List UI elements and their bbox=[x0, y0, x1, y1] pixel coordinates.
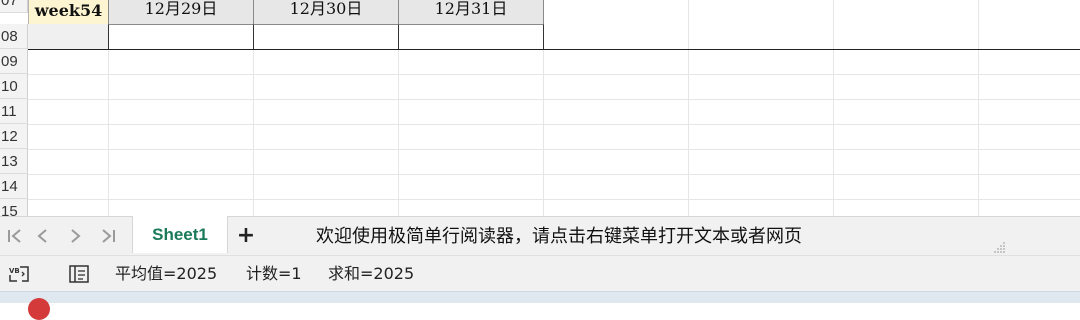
row-header[interactable]: 11 bbox=[0, 99, 28, 124]
grid-cell[interactable] bbox=[253, 24, 399, 50]
status-average: 平均值=2025 bbox=[115, 264, 218, 283]
sheet-tab-bar: Sheet1 + 欢迎使用极简单行阅读器，请点击右键菜单打开文本或者网页 bbox=[0, 216, 1080, 255]
resize-grip-icon[interactable] bbox=[990, 241, 1006, 253]
chevron-right-icon bbox=[71, 229, 81, 243]
row-header[interactable]: 13 bbox=[0, 149, 28, 174]
vba-macro-icon[interactable]: VB bbox=[8, 264, 30, 284]
row-divider bbox=[28, 124, 1080, 125]
next-sheet-button[interactable] bbox=[64, 225, 86, 247]
status-sum: 求和=2025 bbox=[328, 264, 415, 283]
row-divider bbox=[28, 149, 1080, 150]
last-sheet-icon bbox=[102, 229, 115, 243]
add-sheet-button[interactable]: + bbox=[234, 224, 258, 248]
sheet-tab-sheet1[interactable]: Sheet1 bbox=[132, 216, 228, 253]
app-icon[interactable] bbox=[28, 298, 50, 320]
grid-cell[interactable] bbox=[28, 24, 109, 50]
column-divider bbox=[688, 0, 689, 216]
first-sheet-icon bbox=[8, 229, 21, 243]
table-bottom-border bbox=[28, 49, 1080, 50]
row-header[interactable]: 14 bbox=[0, 174, 28, 199]
row-header[interactable]: 15 bbox=[0, 199, 28, 216]
spreadsheet-grid[interactable]: week54 12月29日 12月30日 12月31日 07 08 09 10 … bbox=[0, 0, 1080, 216]
row-divider bbox=[28, 199, 1080, 200]
chevron-left-icon bbox=[37, 229, 47, 243]
status-bar: VB 平均值=2025 计数=1 求和=2025 bbox=[0, 255, 1080, 291]
svg-text:VB: VB bbox=[9, 267, 20, 275]
row-divider bbox=[28, 99, 1080, 100]
grid-cell[interactable] bbox=[398, 24, 544, 50]
date-header-cell[interactable]: 12月31日 bbox=[398, 0, 544, 25]
row-header[interactable]: 07 bbox=[0, 0, 28, 13]
last-sheet-button[interactable] bbox=[97, 225, 119, 247]
row-header[interactable]: 12 bbox=[0, 124, 28, 149]
row-header[interactable]: 08 bbox=[0, 24, 28, 49]
reader-marquee-text: 欢迎使用极简单行阅读器，请点击右键菜单打开文本或者网页 bbox=[316, 226, 802, 247]
column-divider bbox=[833, 0, 834, 216]
row-header[interactable]: 09 bbox=[0, 49, 28, 74]
grid-cell[interactable] bbox=[108, 24, 254, 50]
taskbar-strip bbox=[0, 291, 1080, 303]
date-header-cell[interactable]: 12月30日 bbox=[253, 0, 399, 25]
row-header[interactable]: 10 bbox=[0, 74, 28, 99]
page-layout-icon[interactable] bbox=[68, 264, 90, 284]
prev-sheet-button[interactable] bbox=[32, 225, 54, 247]
first-sheet-button[interactable] bbox=[4, 225, 26, 247]
column-divider bbox=[978, 0, 979, 216]
row-divider bbox=[28, 74, 1080, 75]
status-count: 计数=1 bbox=[246, 264, 302, 283]
week-cell[interactable]: week54 bbox=[28, 0, 109, 25]
date-header-cell[interactable]: 12月29日 bbox=[108, 0, 254, 25]
row-divider bbox=[28, 174, 1080, 175]
